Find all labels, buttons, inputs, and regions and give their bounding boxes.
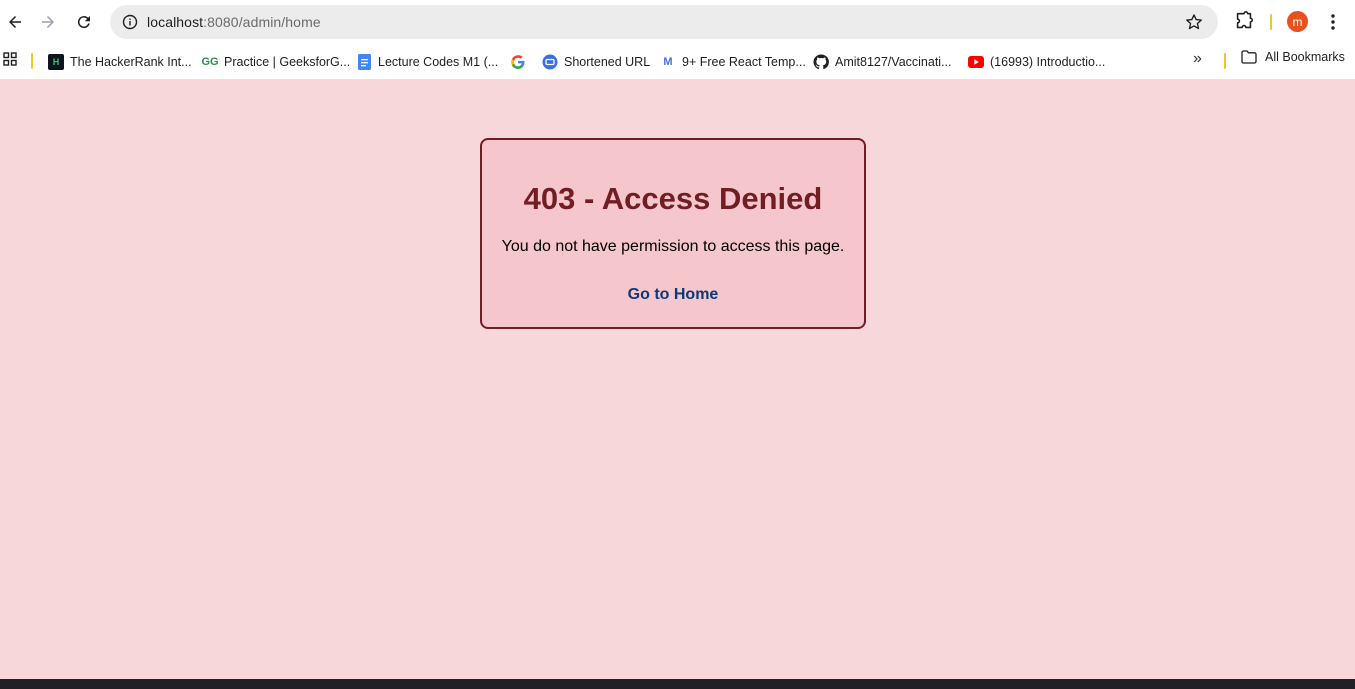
- url-text[interactable]: localhost:8080/admin/home: [147, 14, 321, 30]
- react-template-icon: M: [663, 56, 673, 68]
- all-bookmarks-button[interactable]: All Bookmarks: [1241, 50, 1345, 64]
- extensions-puzzle-icon[interactable]: [1233, 10, 1257, 34]
- bookmark-shortened-url[interactable]: Shortened URL: [542, 50, 650, 74]
- apps-grid-icon[interactable]: [3, 52, 19, 68]
- bookmark-hackerrank[interactable]: H The HackerRank Int...: [48, 50, 192, 74]
- bookmark-youtube[interactable]: (16993) Introductio...: [968, 50, 1105, 74]
- back-arrow-icon: [9, 16, 21, 28]
- bookmark-label: The HackerRank Int...: [70, 55, 192, 69]
- bookmark-label: (16993) Introductio...: [990, 55, 1106, 69]
- back-button[interactable]: [0, 7, 30, 37]
- error-card: 403 - Access Denied You do not have perm…: [480, 138, 866, 329]
- bookmark-github[interactable]: Amit8127/Vaccinati...: [813, 50, 952, 74]
- kebab-menu-icon[interactable]: [1323, 10, 1343, 34]
- bookmark-star-icon[interactable]: [1184, 12, 1204, 32]
- bookmarks-divider: [31, 53, 33, 69]
- browser-toolbar: localhost:8080/admin/home m: [0, 0, 1355, 44]
- error-message: You do not have permission to access thi…: [501, 238, 845, 255]
- page-body: 403 - Access Denied You do not have perm…: [0, 80, 1355, 679]
- go-home-link[interactable]: Go to Home: [628, 286, 719, 304]
- link-shortener-icon: [542, 54, 558, 70]
- bookmark-label: Shortened URL: [564, 55, 651, 69]
- bookmark-google[interactable]: [510, 50, 532, 74]
- geeksforgeeks-icon: GG: [201, 56, 219, 68]
- address-bar[interactable]: localhost:8080/admin/home: [110, 5, 1218, 39]
- all-bookmarks-label: All Bookmarks: [1265, 50, 1345, 64]
- google-icon: [510, 54, 526, 70]
- bookmark-geeksforgeeks[interactable]: GG Practice | GeeksforG...: [201, 50, 351, 74]
- reload-button[interactable]: [69, 7, 99, 37]
- bookmark-label: Lecture Codes M1 (...: [378, 55, 499, 69]
- url-host: localhost: [147, 14, 204, 30]
- google-docs-icon: [356, 54, 372, 70]
- bookmarks-divider: [1224, 53, 1226, 69]
- reload-icon: [77, 16, 90, 29]
- site-info-icon[interactable]: [118, 10, 142, 34]
- toolbar-divider: [1270, 14, 1272, 30]
- bookmark-label: Amit8127/Vaccinati...: [835, 55, 952, 69]
- hackerrank-icon: H: [48, 54, 64, 70]
- more-bookmarks-chevron-icon[interactable]: »: [1193, 50, 1202, 68]
- bookmark-label: 9+ Free React Temp...: [682, 55, 806, 69]
- forward-button[interactable]: [33, 7, 63, 37]
- taskbar-edge: [0, 679, 1355, 689]
- bookmarks-bar: H The HackerRank Int... GG Practice | Ge…: [0, 44, 1355, 80]
- folder-icon: [1241, 50, 1257, 64]
- forward-arrow-icon: [42, 16, 54, 28]
- error-heading: 403 - Access Denied: [523, 181, 823, 216]
- bookmark-react-templates[interactable]: M 9+ Free React Temp...: [660, 50, 806, 74]
- profile-avatar[interactable]: m: [1287, 11, 1308, 32]
- bookmark-label: Practice | GeeksforG...: [224, 55, 351, 69]
- bookmark-lecture-codes[interactable]: Lecture Codes M1 (...: [356, 50, 498, 74]
- github-icon: [813, 54, 829, 70]
- url-path: :8080/admin/home: [203, 14, 321, 30]
- youtube-icon: [968, 54, 984, 70]
